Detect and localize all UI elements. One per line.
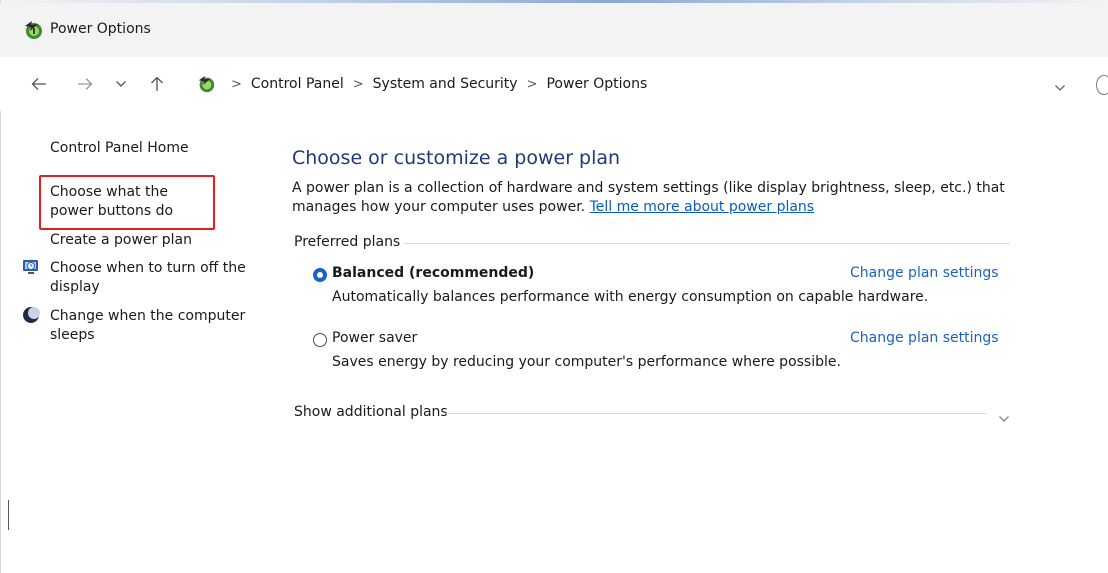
breadcrumb-separator-icon: > — [526, 76, 538, 92]
preferred-plans-label: Preferred plans — [294, 234, 401, 250]
highlight-box — [39, 175, 215, 230]
chevron-down-icon[interactable] — [998, 408, 1010, 427]
window-title: Power Options — [50, 21, 151, 37]
balanced-plan-radio[interactable] — [313, 268, 327, 282]
sleep-moon-icon — [22, 306, 40, 324]
address-bar: > Control Panel > System and Security > … — [0, 57, 1108, 111]
breadcrumb-separator-icon: > — [231, 76, 242, 92]
control-panel-home-link[interactable]: Control Panel Home — [50, 139, 189, 158]
breadcrumb-separator-icon: > — [352, 76, 364, 92]
forward-arrow-icon[interactable] — [74, 73, 96, 95]
page-description: A power plan is a collection of hardware… — [292, 179, 1022, 217]
power-saver-plan-radio[interactable] — [313, 333, 327, 347]
breadcrumb: > Control Panel > System and Security > … — [196, 74, 647, 94]
control-panel-location-icon — [196, 74, 216, 94]
turn-off-display-link[interactable]: Choose when to turn off the display — [50, 259, 250, 297]
create-power-plan-link[interactable]: Create a power plan — [50, 231, 192, 250]
recent-locations-chevron-icon[interactable] — [110, 73, 132, 95]
back-arrow-icon[interactable] — [28, 73, 50, 95]
refresh-icon[interactable] — [1096, 75, 1108, 95]
breadcrumb-power-options[interactable]: Power Options — [546, 76, 647, 92]
divider — [404, 243, 1010, 244]
balanced-plan-name[interactable]: Balanced (recommended) — [332, 265, 534, 281]
address-dropdown-chevron-icon[interactable] — [1054, 77, 1066, 96]
balanced-change-settings-link[interactable]: Change plan settings — [850, 265, 999, 281]
scrollbar-edge — [8, 500, 9, 530]
learn-more-link[interactable]: Tell me more about power plans — [590, 199, 815, 215]
title-bar: Power Options — [0, 3, 1108, 57]
balanced-plan-description: Automatically balances performance with … — [332, 289, 929, 305]
display-clock-icon — [22, 258, 40, 276]
main-content: Choose or customize a power plan A power… — [290, 111, 1108, 571]
page-title: Choose or customize a power plan — [292, 147, 621, 169]
power-saver-plan-name[interactable]: Power saver — [332, 330, 417, 346]
up-arrow-icon[interactable] — [146, 73, 168, 95]
power-saver-change-settings-link[interactable]: Change plan settings — [850, 330, 999, 346]
breadcrumb-control-panel[interactable]: Control Panel — [251, 76, 344, 92]
show-additional-plans-toggle[interactable]: Show additional plans — [294, 404, 448, 420]
breadcrumb-system-and-security[interactable]: System and Security — [373, 76, 518, 92]
divider — [446, 413, 986, 414]
computer-sleeps-link[interactable]: Change when the computer sleeps — [50, 307, 250, 345]
power-options-icon — [22, 19, 44, 41]
power-saver-plan-description: Saves energy by reducing your computer's… — [332, 354, 841, 370]
